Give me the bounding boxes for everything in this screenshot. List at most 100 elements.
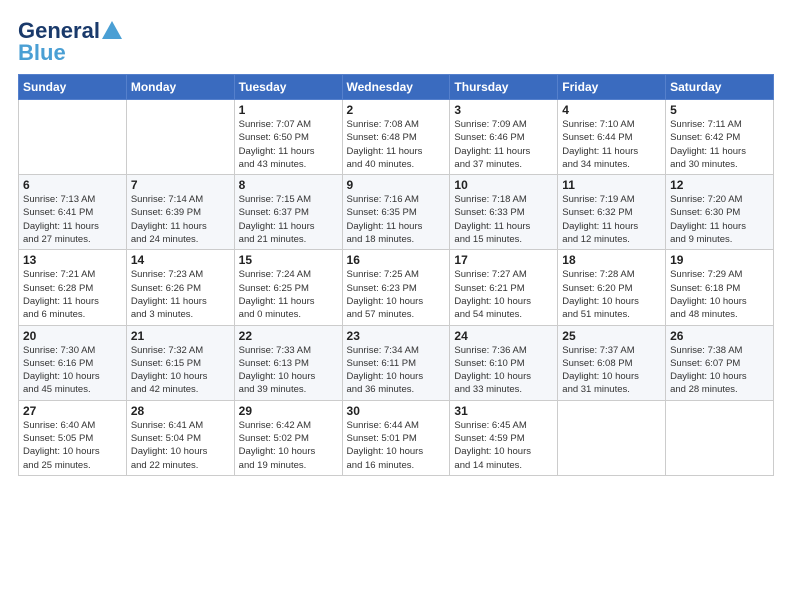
day-info: Sunrise: 7:28 AM Sunset: 6:20 PM Dayligh… — [562, 268, 661, 321]
calendar-cell: 5Sunrise: 7:11 AM Sunset: 6:42 PM Daylig… — [666, 100, 774, 175]
day-number: 2 — [347, 103, 446, 117]
calendar-cell: 19Sunrise: 7:29 AM Sunset: 6:18 PM Dayli… — [666, 250, 774, 325]
header: General Blue — [18, 18, 774, 66]
logo-triangle-icon — [102, 21, 122, 39]
day-info: Sunrise: 7:18 AM Sunset: 6:33 PM Dayligh… — [454, 193, 553, 246]
calendar-week-row: 1Sunrise: 7:07 AM Sunset: 6:50 PM Daylig… — [19, 100, 774, 175]
calendar-cell: 18Sunrise: 7:28 AM Sunset: 6:20 PM Dayli… — [558, 250, 666, 325]
calendar-week-row: 13Sunrise: 7:21 AM Sunset: 6:28 PM Dayli… — [19, 250, 774, 325]
calendar-cell — [126, 100, 234, 175]
day-info: Sunrise: 7:13 AM Sunset: 6:41 PM Dayligh… — [23, 193, 122, 246]
calendar-day-header: Wednesday — [342, 75, 450, 100]
logo: General Blue — [18, 18, 122, 66]
day-info: Sunrise: 7:27 AM Sunset: 6:21 PM Dayligh… — [454, 268, 553, 321]
day-info: Sunrise: 7:23 AM Sunset: 6:26 PM Dayligh… — [131, 268, 230, 321]
day-number: 10 — [454, 178, 553, 192]
calendar-cell: 8Sunrise: 7:15 AM Sunset: 6:37 PM Daylig… — [234, 175, 342, 250]
calendar-cell: 27Sunrise: 6:40 AM Sunset: 5:05 PM Dayli… — [19, 400, 127, 475]
day-number: 24 — [454, 329, 553, 343]
calendar-day-header: Friday — [558, 75, 666, 100]
day-info: Sunrise: 7:21 AM Sunset: 6:28 PM Dayligh… — [23, 268, 122, 321]
calendar-cell: 11Sunrise: 7:19 AM Sunset: 6:32 PM Dayli… — [558, 175, 666, 250]
day-number: 31 — [454, 404, 553, 418]
day-info: Sunrise: 7:30 AM Sunset: 6:16 PM Dayligh… — [23, 344, 122, 397]
calendar-cell: 24Sunrise: 7:36 AM Sunset: 6:10 PM Dayli… — [450, 325, 558, 400]
day-info: Sunrise: 7:08 AM Sunset: 6:48 PM Dayligh… — [347, 118, 446, 171]
calendar-cell: 29Sunrise: 6:42 AM Sunset: 5:02 PM Dayli… — [234, 400, 342, 475]
calendar-cell: 9Sunrise: 7:16 AM Sunset: 6:35 PM Daylig… — [342, 175, 450, 250]
day-info: Sunrise: 7:37 AM Sunset: 6:08 PM Dayligh… — [562, 344, 661, 397]
day-number: 23 — [347, 329, 446, 343]
day-info: Sunrise: 7:29 AM Sunset: 6:18 PM Dayligh… — [670, 268, 769, 321]
calendar-cell: 23Sunrise: 7:34 AM Sunset: 6:11 PM Dayli… — [342, 325, 450, 400]
day-number: 28 — [131, 404, 230, 418]
day-number: 5 — [670, 103, 769, 117]
calendar-cell: 13Sunrise: 7:21 AM Sunset: 6:28 PM Dayli… — [19, 250, 127, 325]
day-number: 29 — [239, 404, 338, 418]
calendar-cell: 3Sunrise: 7:09 AM Sunset: 6:46 PM Daylig… — [450, 100, 558, 175]
calendar-header-row: SundayMondayTuesdayWednesdayThursdayFrid… — [19, 75, 774, 100]
calendar-cell: 26Sunrise: 7:38 AM Sunset: 6:07 PM Dayli… — [666, 325, 774, 400]
calendar-day-header: Tuesday — [234, 75, 342, 100]
calendar-cell: 4Sunrise: 7:10 AM Sunset: 6:44 PM Daylig… — [558, 100, 666, 175]
day-number: 22 — [239, 329, 338, 343]
day-number: 4 — [562, 103, 661, 117]
day-number: 16 — [347, 253, 446, 267]
calendar-cell — [19, 100, 127, 175]
day-number: 7 — [131, 178, 230, 192]
day-number: 17 — [454, 253, 553, 267]
day-info: Sunrise: 7:33 AM Sunset: 6:13 PM Dayligh… — [239, 344, 338, 397]
page: General Blue SundayMondayTuesdayWednesda… — [0, 0, 792, 486]
calendar-cell — [666, 400, 774, 475]
day-info: Sunrise: 7:20 AM Sunset: 6:30 PM Dayligh… — [670, 193, 769, 246]
calendar-day-header: Sunday — [19, 75, 127, 100]
calendar-day-header: Thursday — [450, 75, 558, 100]
calendar-cell — [558, 400, 666, 475]
calendar-cell: 17Sunrise: 7:27 AM Sunset: 6:21 PM Dayli… — [450, 250, 558, 325]
day-number: 15 — [239, 253, 338, 267]
day-info: Sunrise: 7:38 AM Sunset: 6:07 PM Dayligh… — [670, 344, 769, 397]
day-info: Sunrise: 6:42 AM Sunset: 5:02 PM Dayligh… — [239, 419, 338, 472]
day-info: Sunrise: 7:34 AM Sunset: 6:11 PM Dayligh… — [347, 344, 446, 397]
day-info: Sunrise: 7:14 AM Sunset: 6:39 PM Dayligh… — [131, 193, 230, 246]
calendar-week-row: 27Sunrise: 6:40 AM Sunset: 5:05 PM Dayli… — [19, 400, 774, 475]
calendar-cell: 21Sunrise: 7:32 AM Sunset: 6:15 PM Dayli… — [126, 325, 234, 400]
day-number: 13 — [23, 253, 122, 267]
calendar-cell: 25Sunrise: 7:37 AM Sunset: 6:08 PM Dayli… — [558, 325, 666, 400]
calendar-cell: 22Sunrise: 7:33 AM Sunset: 6:13 PM Dayli… — [234, 325, 342, 400]
day-info: Sunrise: 7:16 AM Sunset: 6:35 PM Dayligh… — [347, 193, 446, 246]
calendar-cell: 20Sunrise: 7:30 AM Sunset: 6:16 PM Dayli… — [19, 325, 127, 400]
day-info: Sunrise: 6:41 AM Sunset: 5:04 PM Dayligh… — [131, 419, 230, 472]
calendar-cell: 7Sunrise: 7:14 AM Sunset: 6:39 PM Daylig… — [126, 175, 234, 250]
calendar-cell: 15Sunrise: 7:24 AM Sunset: 6:25 PM Dayli… — [234, 250, 342, 325]
day-info: Sunrise: 7:19 AM Sunset: 6:32 PM Dayligh… — [562, 193, 661, 246]
calendar-day-header: Monday — [126, 75, 234, 100]
calendar-day-header: Saturday — [666, 75, 774, 100]
logo-blue: Blue — [18, 40, 66, 66]
calendar-cell: 10Sunrise: 7:18 AM Sunset: 6:33 PM Dayli… — [450, 175, 558, 250]
calendar-cell: 1Sunrise: 7:07 AM Sunset: 6:50 PM Daylig… — [234, 100, 342, 175]
calendar-cell: 30Sunrise: 6:44 AM Sunset: 5:01 PM Dayli… — [342, 400, 450, 475]
day-info: Sunrise: 7:24 AM Sunset: 6:25 PM Dayligh… — [239, 268, 338, 321]
day-number: 3 — [454, 103, 553, 117]
day-number: 14 — [131, 253, 230, 267]
calendar-cell: 28Sunrise: 6:41 AM Sunset: 5:04 PM Dayli… — [126, 400, 234, 475]
day-number: 1 — [239, 103, 338, 117]
calendar-cell: 16Sunrise: 7:25 AM Sunset: 6:23 PM Dayli… — [342, 250, 450, 325]
day-info: Sunrise: 7:09 AM Sunset: 6:46 PM Dayligh… — [454, 118, 553, 171]
day-number: 19 — [670, 253, 769, 267]
day-number: 27 — [23, 404, 122, 418]
day-number: 8 — [239, 178, 338, 192]
day-info: Sunrise: 7:15 AM Sunset: 6:37 PM Dayligh… — [239, 193, 338, 246]
day-number: 12 — [670, 178, 769, 192]
day-number: 21 — [131, 329, 230, 343]
day-number: 18 — [562, 253, 661, 267]
calendar-cell: 12Sunrise: 7:20 AM Sunset: 6:30 PM Dayli… — [666, 175, 774, 250]
day-info: Sunrise: 7:11 AM Sunset: 6:42 PM Dayligh… — [670, 118, 769, 171]
day-info: Sunrise: 7:07 AM Sunset: 6:50 PM Dayligh… — [239, 118, 338, 171]
calendar: SundayMondayTuesdayWednesdayThursdayFrid… — [18, 74, 774, 476]
calendar-cell: 14Sunrise: 7:23 AM Sunset: 6:26 PM Dayli… — [126, 250, 234, 325]
day-number: 11 — [562, 178, 661, 192]
calendar-cell: 31Sunrise: 6:45 AM Sunset: 4:59 PM Dayli… — [450, 400, 558, 475]
calendar-week-row: 20Sunrise: 7:30 AM Sunset: 6:16 PM Dayli… — [19, 325, 774, 400]
